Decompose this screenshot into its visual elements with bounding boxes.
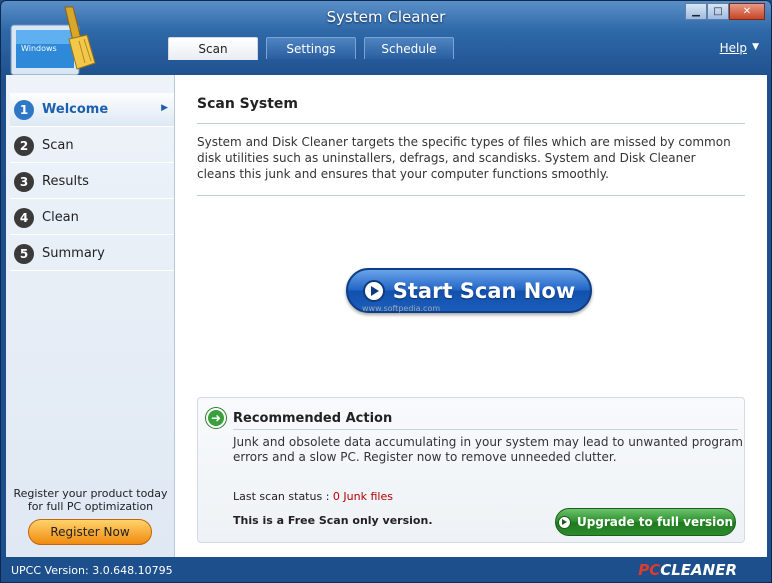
title-bar[interactable]: System Cleaner ▁ □ ✕	[1, 1, 771, 35]
sidebar: 1 Welcome ▶ 2 Scan 3 Results 4 Clean 5 S…	[6, 75, 175, 557]
sidebar-item-scan[interactable]: 2 Scan	[10, 129, 174, 163]
divider	[197, 195, 745, 196]
recommended-action-text: Junk and obsolete data accumulating in y…	[233, 435, 743, 464]
close-button[interactable]: ✕	[729, 3, 765, 20]
upgrade-label: Upgrade to full version	[576, 515, 734, 529]
last-scan-label: Last scan status :	[233, 490, 333, 503]
register-now-button[interactable]: Register Now	[28, 519, 152, 545]
recommended-action-title: Recommended Action	[233, 411, 393, 426]
window-controls: ▁ □ ✕	[685, 3, 765, 20]
play-icon	[557, 515, 571, 529]
step-number-icon: 2	[14, 135, 34, 156]
brand-logo: PCCLEANER	[638, 561, 737, 579]
step-number-icon: 5	[14, 243, 34, 264]
last-scan-value: 0 Junk files	[332, 490, 393, 503]
sidebar-item-label: Welcome	[42, 102, 109, 117]
register-promo-text: Register your product today for full PC …	[6, 487, 175, 513]
step-number-icon: 1	[14, 99, 34, 120]
tab-scan[interactable]: Scan	[168, 37, 258, 60]
tab-bar: Scan Settings Schedule	[168, 37, 454, 60]
sidebar-item-results[interactable]: 3 Results	[10, 165, 174, 199]
free-scan-note: This is a Free Scan only version.	[233, 514, 433, 527]
register-promo-line-2: for full PC optimization	[27, 500, 154, 513]
main-panel: Scan System System and Disk Cleaner targ…	[176, 75, 767, 557]
page-title: Scan System	[197, 96, 298, 112]
tab-settings[interactable]: Settings	[266, 37, 356, 59]
upgrade-button[interactable]: Upgrade to full version	[555, 508, 736, 536]
sidebar-item-summary[interactable]: 5 Summary	[10, 237, 174, 271]
chevron-down-icon[interactable]: ▼	[752, 42, 759, 52]
arrow-right-icon: ▶	[161, 103, 168, 113]
minimize-button[interactable]: ▁	[685, 3, 707, 20]
sidebar-item-label: Clean	[42, 210, 79, 225]
logo-screen-text: Windows	[21, 44, 57, 53]
step-number-icon: 3	[14, 171, 34, 192]
register-promo-line-1: Register your product today	[13, 487, 168, 500]
description-text: System and Disk Cleaner targets the spec…	[197, 135, 731, 181]
help-menu[interactable]: Help	[720, 41, 747, 55]
recommended-action-panel: ➜ Recommended Action Junk and obsolete d…	[197, 397, 745, 543]
sidebar-item-label: Summary	[42, 246, 105, 261]
last-scan-status: Last scan status : 0 Junk files	[233, 490, 393, 503]
sidebar-item-clean[interactable]: 4 Clean	[10, 201, 174, 235]
play-icon	[362, 279, 385, 302]
app-window: System Cleaner ▁ □ ✕ Windows Scan Settin…	[0, 0, 772, 583]
window-title: System Cleaner	[326, 8, 446, 26]
watermark-text: www.softpedia.com	[362, 304, 441, 313]
tab-schedule[interactable]: Schedule	[364, 37, 454, 59]
sidebar-item-label: Scan	[42, 138, 74, 153]
brand-pc: PC	[638, 561, 661, 579]
step-number-icon: 4	[14, 207, 34, 228]
maximize-button[interactable]: □	[707, 3, 729, 20]
start-scan-label: Start Scan Now	[392, 278, 576, 303]
sidebar-item-label: Results	[42, 174, 89, 189]
arrow-right-circle-icon: ➜	[206, 408, 226, 428]
version-text: UPCC Version: 3.0.648.10795	[11, 564, 173, 577]
divider	[197, 123, 745, 124]
client-area: 1 Welcome ▶ 2 Scan 3 Results 4 Clean 5 S…	[6, 75, 767, 557]
status-bar: UPCC Version: 3.0.648.10795 PCCLEANER	[1, 558, 771, 583]
brand-name: CLEANER	[660, 561, 737, 579]
divider	[233, 429, 738, 430]
sidebar-item-welcome[interactable]: 1 Welcome ▶	[10, 93, 174, 127]
